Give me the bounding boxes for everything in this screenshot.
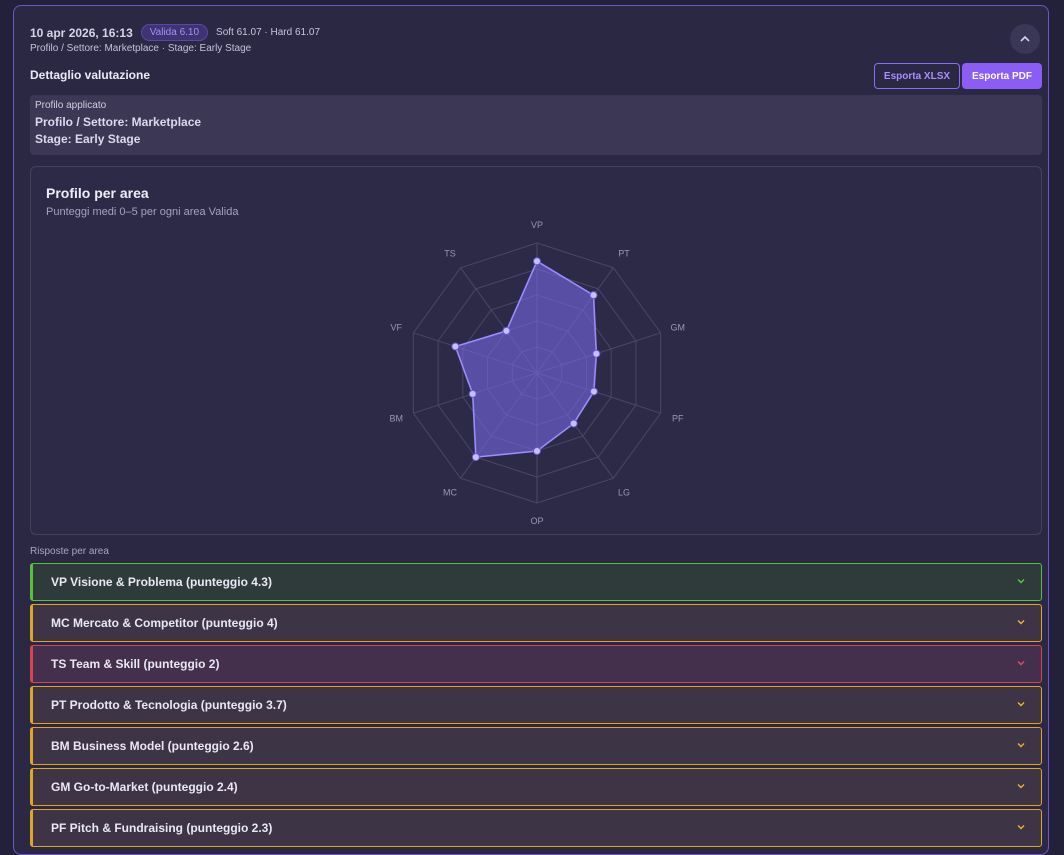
area-accordion-row[interactable]: PT Prodotto & Tecnologia (punteggio 3.7) [30, 686, 1042, 724]
radar-axis-label-gm: GM [671, 322, 686, 332]
applied-profile-label: Profilo applicato [35, 100, 107, 111]
area-accordion-row[interactable]: BM Business Model (punteggio 2.6) [30, 727, 1042, 765]
area-accordion-row[interactable]: MC Mercato & Competitor (punteggio 4) [30, 604, 1042, 642]
radar-point-ts[interactable] [502, 326, 511, 335]
area-accordion-row[interactable]: PF Pitch & Fundraising (punteggio 2.3) [30, 809, 1042, 847]
radar-point-lg[interactable] [569, 419, 578, 428]
area-accordion-label: BM Business Model (punteggio 2.6) [51, 739, 254, 753]
radar-axis-label-pt: PT [618, 248, 630, 258]
area-accordion-label: VP Visione & Problema (punteggio 4.3) [51, 575, 272, 589]
version-badge: Valida 6.10 [140, 24, 209, 41]
applied-profile-stage: Stage: Early Stage [35, 132, 141, 146]
chevron-down-icon [1017, 702, 1025, 707]
evaluation-header: 10 apr 2026, 16:13 Valida 6.10 Soft 61.0… [30, 24, 320, 41]
areas-section-label: Risposte per area [30, 546, 109, 557]
applied-profile-box: Profilo applicato Profilo / Settore: Mar… [30, 95, 1042, 155]
radar-point-pf[interactable] [589, 387, 598, 396]
radar-axis-label-vp: VP [531, 220, 543, 230]
radar-point-mc[interactable] [471, 453, 480, 462]
evaluation-date: 10 apr 2026, 16:13 [30, 25, 133, 40]
area-accordion-row[interactable]: GM Go-to-Market (punteggio 2.4) [30, 768, 1042, 806]
radar-point-pt[interactable] [589, 291, 598, 300]
area-accordion-row[interactable]: VP Visione & Problema (punteggio 4.3) [30, 563, 1042, 601]
area-profile-chart-panel: Profilo per area Punteggi medi 0–5 per o… [30, 166, 1042, 535]
collapse-button[interactable] [1010, 24, 1040, 54]
chevron-down-icon [1017, 620, 1025, 625]
radar-chart: VP PT GM PF LG OP MC BM VF TS [389, 220, 686, 526]
area-accordion-label: PT Prodotto & Tecnologia (punteggio 3.7) [51, 698, 287, 712]
area-accordion-label: PF Pitch & Fundraising (punteggio 2.3) [51, 821, 273, 835]
radar-axis-label-op: OP [530, 516, 543, 526]
chevron-down-icon [1017, 743, 1025, 748]
radar-point-op[interactable] [533, 447, 541, 455]
radar-point-gm[interactable] [592, 349, 601, 358]
evaluation-card: 10 apr 2026, 16:13 Valida 6.10 Soft 61.0… [13, 5, 1049, 855]
area-accordion-label: TS Team & Skill (punteggio 2) [51, 657, 220, 671]
radar-point-bm[interactable] [468, 389, 477, 398]
export-pdf-button[interactable]: Esporta PDF [962, 63, 1042, 89]
radar-point-vp[interactable] [533, 257, 541, 266]
area-accordion-row[interactable]: TS Team & Skill (punteggio 2) [30, 645, 1042, 683]
radar-axis-label-lg: LG [618, 488, 630, 498]
chevron-down-icon [1017, 784, 1025, 789]
radar-axis-label-vf: VF [390, 322, 402, 332]
radar-axis-label-ts: TS [444, 248, 456, 258]
applied-profile-sector: Profilo / Settore: Marketplace [35, 115, 202, 129]
radar-point-vf[interactable] [451, 342, 460, 351]
radar-axis-label-mc: MC [443, 488, 457, 498]
profile-subline: Profilo / Settore: Marketplace · Stage: … [30, 43, 252, 54]
chevron-down-icon [1017, 661, 1025, 666]
chevron-up-icon [1020, 35, 1030, 42]
area-accordion-label: MC Mercato & Competitor (punteggio 4) [51, 616, 278, 630]
radar-axis-label-pf: PF [672, 414, 684, 424]
chevron-down-icon [1017, 825, 1025, 830]
export-xlsx-button[interactable]: Esporta XLSX [874, 63, 960, 89]
area-accordion-label: GM Go-to-Market (punteggio 2.4) [51, 780, 238, 794]
chevron-down-icon [1017, 579, 1025, 584]
scores-summary: Soft 61.07 · Hard 61.07 [216, 27, 321, 38]
detail-title: Dettaglio valutazione [30, 68, 151, 82]
radar-axis-label-bm: BM [389, 414, 403, 424]
